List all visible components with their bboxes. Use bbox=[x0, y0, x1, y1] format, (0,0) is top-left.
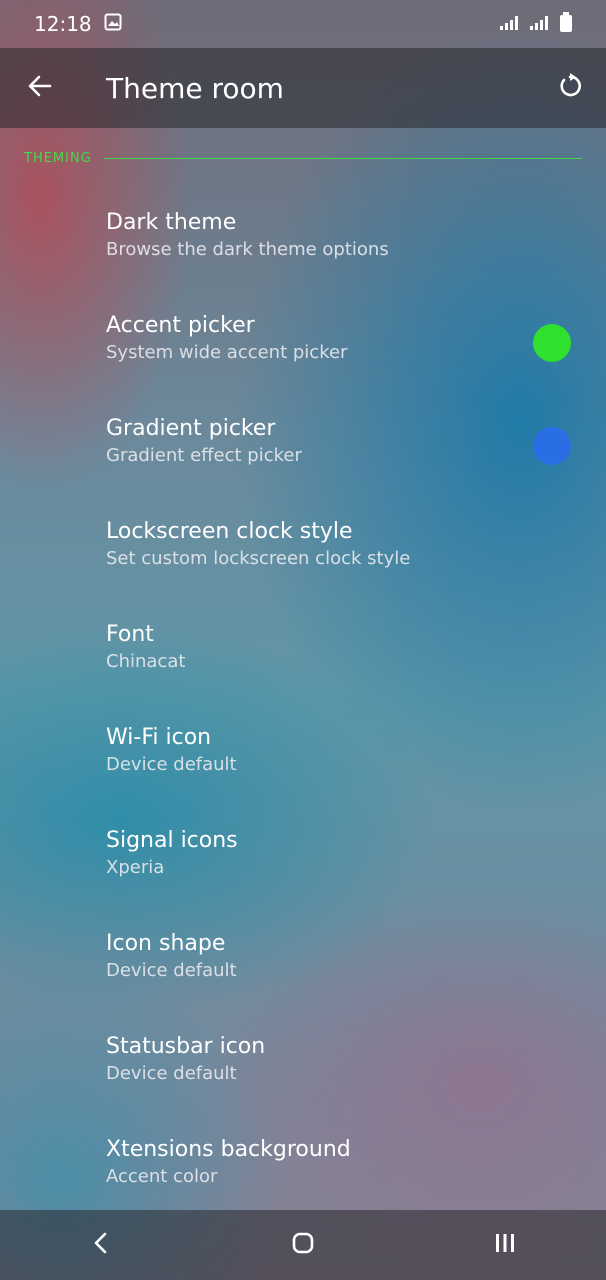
pref-title: Font bbox=[106, 622, 154, 647]
pref-title: Xtensions background bbox=[106, 1137, 351, 1162]
section-label: THEMING bbox=[24, 150, 92, 166]
page-title: Theme room bbox=[106, 71, 284, 105]
nav-back-button[interactable] bbox=[61, 1215, 141, 1275]
signal-icon bbox=[500, 14, 522, 34]
pref-title: Accent picker bbox=[106, 313, 255, 338]
signal-icon bbox=[530, 14, 552, 34]
pref-font[interactable]: Font Chinacat bbox=[0, 604, 606, 707]
pref-summary: Chinacat bbox=[106, 651, 186, 672]
pref-summary: Accent color bbox=[106, 1166, 218, 1187]
pref-summary: Device default bbox=[106, 960, 237, 981]
preference-list: Dark theme Browse the dark theme options… bbox=[0, 192, 606, 1222]
pref-summary: Device default bbox=[106, 754, 237, 775]
section-header-theming: THEMING bbox=[24, 148, 582, 168]
pref-accent-picker[interactable]: Accent picker System wide accent picker bbox=[0, 295, 606, 398]
gallery-notification-icon bbox=[104, 12, 122, 36]
pref-summary: Set custom lockscreen clock style bbox=[106, 548, 411, 569]
reset-button[interactable] bbox=[538, 56, 602, 120]
pref-title: Gradient picker bbox=[106, 416, 276, 441]
pref-wifi-icon[interactable]: Wi-Fi icon Device default bbox=[0, 707, 606, 810]
pref-icon-shape[interactable]: Icon shape Device default bbox=[0, 913, 606, 1016]
status-left: 12:18 bbox=[34, 12, 122, 36]
pref-lockscreen-clock-style[interactable]: Lockscreen clock style Set custom locksc… bbox=[0, 501, 606, 604]
nav-recents-button[interactable] bbox=[465, 1215, 545, 1275]
gradient-color-swatch bbox=[533, 427, 571, 465]
pref-dark-theme[interactable]: Dark theme Browse the dark theme options bbox=[0, 192, 606, 295]
pref-title: Statusbar icon bbox=[106, 1034, 266, 1059]
pref-title: Wi-Fi icon bbox=[106, 725, 212, 750]
status-bar: 12:18 bbox=[0, 0, 606, 48]
status-time: 12:18 bbox=[34, 12, 92, 36]
pref-summary: Gradient effect picker bbox=[106, 445, 302, 466]
accent-color-swatch bbox=[533, 324, 571, 362]
arrow-left-icon bbox=[26, 72, 54, 104]
navigation-bar bbox=[0, 1210, 606, 1280]
pref-gradient-picker[interactable]: Gradient picker Gradient effect picker bbox=[0, 398, 606, 501]
pref-summary: Xperia bbox=[106, 857, 165, 878]
pref-title: Lockscreen clock style bbox=[106, 519, 353, 544]
pref-summary: System wide accent picker bbox=[106, 342, 348, 363]
status-right bbox=[500, 12, 572, 36]
pref-signal-icons[interactable]: Signal icons Xperia bbox=[0, 810, 606, 913]
pref-summary: Device default bbox=[106, 1063, 237, 1084]
back-button[interactable] bbox=[8, 56, 72, 120]
section-divider bbox=[103, 157, 582, 159]
reset-icon bbox=[556, 72, 584, 104]
recents-nav-icon bbox=[493, 1231, 517, 1259]
battery-icon bbox=[560, 12, 572, 36]
back-nav-icon bbox=[91, 1231, 111, 1259]
app-bar: Theme room bbox=[0, 48, 606, 128]
pref-title: Signal icons bbox=[106, 828, 238, 853]
pref-statusbar-icon[interactable]: Statusbar icon Device default bbox=[0, 1016, 606, 1119]
home-nav-icon bbox=[291, 1231, 315, 1259]
pref-title: Icon shape bbox=[106, 931, 226, 956]
nav-home-button[interactable] bbox=[263, 1215, 343, 1275]
pref-summary: Browse the dark theme options bbox=[106, 239, 389, 260]
pref-title: Dark theme bbox=[106, 210, 237, 235]
pref-xtensions-background[interactable]: Xtensions background Accent color bbox=[0, 1119, 606, 1222]
